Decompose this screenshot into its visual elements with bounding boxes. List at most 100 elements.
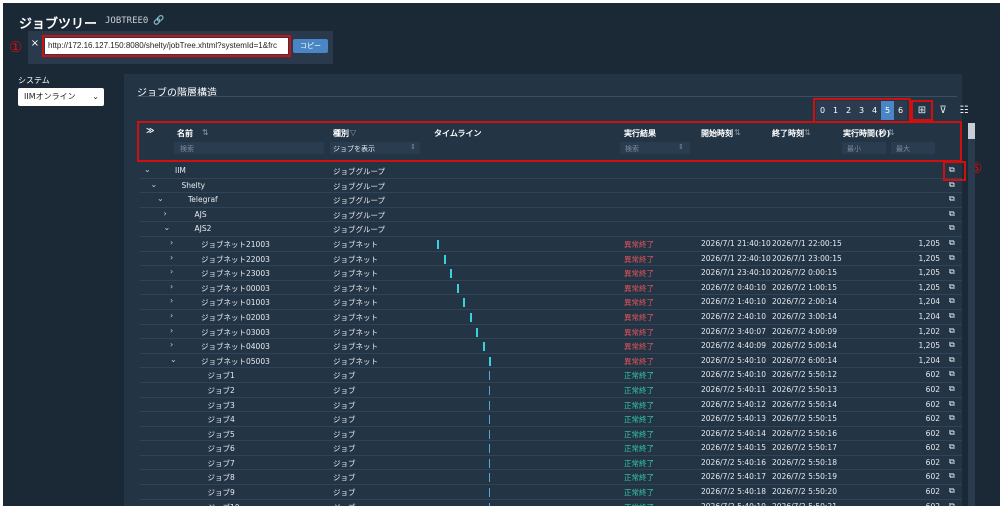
timeline-bar	[456, 283, 459, 293]
copy-icon[interactable]: ⧉	[949, 194, 955, 204]
sort-icon[interactable]: ⇅	[804, 128, 811, 137]
row-end: 2026/7/2 5:50:12	[772, 370, 837, 380]
copy-icon[interactable]: ⧉	[949, 223, 955, 233]
copy-icon[interactable]: ⧉	[949, 457, 955, 467]
tree-toggle-icon[interactable]: ⌄	[157, 194, 164, 203]
expand-all-icon[interactable]: ≫	[146, 126, 154, 135]
column-header-result[interactable]: 実行結果	[624, 128, 656, 139]
sort-icon[interactable]: ⇅	[202, 128, 209, 137]
level-button-5[interactable]: 5	[881, 101, 894, 120]
table-row[interactable]: › ジョブネット02003 ジョブネット 異常終了 2026/7/2 2:40:10 20…	[140, 310, 962, 325]
tree-toggle-icon[interactable]: ›	[170, 311, 173, 320]
table-row[interactable]: ⌄ IIM ジョブグループ ⧉	[140, 164, 962, 179]
table-row[interactable]: › ジョブネット21003 ジョブネット 異常終了 2026/7/1 21:40:10 2…	[140, 237, 962, 252]
table-columns-icon[interactable]: ⊞	[911, 100, 933, 121]
row-kind: ジョブ	[333, 371, 356, 381]
tree-toggle-icon[interactable]: ›	[164, 209, 167, 218]
table-row[interactable]: ⌄ Shelty ジョブグループ ⧉	[140, 179, 962, 194]
level-button-3[interactable]: 3	[855, 101, 868, 120]
row-duration: 602	[925, 443, 940, 453]
scrollbar-thumb[interactable]	[968, 123, 975, 139]
copy-icon[interactable]: ⧉	[949, 384, 955, 394]
table-row[interactable]: › ジョブネット22003 ジョブネット 異常終了 2026/7/1 22:40:10 2…	[140, 252, 962, 267]
name-filter-input[interactable]	[174, 142, 324, 154]
copy-icon[interactable]: ⧉	[949, 311, 955, 321]
level-button-4[interactable]: 4	[868, 101, 881, 120]
system-select[interactable]: IIMオンライン ⌄	[18, 88, 104, 106]
tree-toggle-icon[interactable]: ›	[170, 296, 173, 305]
level-button-1[interactable]: 1	[829, 101, 842, 120]
copy-button[interactable]: コピー	[293, 39, 328, 53]
table-row[interactable]: ⌄ Telegraf ジョブグループ ⧉	[140, 193, 962, 208]
row-name: AJS2	[194, 224, 212, 234]
table-row[interactable]: ジョブ10 ジョブ 正常終了 2026/7/2 5:40:19 2026/7/2 5:5…	[140, 500, 962, 506]
level-button-6[interactable]: 6	[894, 101, 907, 120]
table-row[interactable]: ⌄ AJS2 ジョブグループ ⧉	[140, 222, 962, 237]
link-icon[interactable]: 🔗	[153, 16, 164, 26]
table-row[interactable]: › AJS ジョブグループ ⧉	[140, 208, 962, 223]
tree-toggle-icon[interactable]: ⌄	[144, 165, 151, 174]
row-duration: 602	[925, 428, 940, 438]
table-row[interactable]: › ジョブネット03003 ジョブネット 異常終了 2026/7/2 3:40:07 20…	[140, 325, 962, 340]
scrollbar[interactable]	[968, 123, 975, 506]
table-row[interactable]: › ジョブネット04003 ジョブネット 異常終了 2026/7/2 4:40:09 20…	[140, 339, 962, 354]
copy-icon[interactable]: ⧉	[949, 296, 955, 306]
copy-icon[interactable]: ⧉	[949, 253, 955, 263]
table-row[interactable]: › ジョブネット23003 ジョブネット 異常終了 2026/7/1 23:40:10 2…	[140, 266, 962, 281]
copy-icon[interactable]: ⧉	[949, 486, 955, 496]
filter-icon[interactable]: ▽	[350, 128, 356, 137]
copy-icon[interactable]: ⧉	[949, 442, 955, 452]
table-row[interactable]: ジョブ6 ジョブ 正常終了 2026/7/2 5:40:15 2026/7/2 5:50…	[140, 441, 962, 456]
level-button-2[interactable]: 2	[842, 101, 855, 120]
copy-icon[interactable]: ⧉	[949, 399, 955, 409]
copy-icon[interactable]: ⧉	[949, 209, 955, 219]
close-icon[interactable]: ×	[28, 38, 42, 49]
copy-icon[interactable]: ⧉	[949, 369, 955, 379]
column-header-end[interactable]: 終了時刻	[772, 128, 804, 139]
tree-toggle-icon[interactable]: ›	[170, 282, 173, 291]
column-header-name[interactable]: 名前	[177, 128, 193, 139]
column-list-icon[interactable]: ☷	[956, 103, 972, 118]
table-row[interactable]: ジョブ4 ジョブ 正常終了 2026/7/2 5:40:13 2026/7/2 5:50…	[140, 412, 962, 427]
column-header-kind[interactable]: 種別	[333, 128, 349, 139]
table-row[interactable]: ジョブ7 ジョブ 正常終了 2026/7/2 5:40:16 2026/7/2 5:50…	[140, 456, 962, 471]
copy-icon[interactable]: ⧉	[949, 282, 955, 292]
table-row[interactable]: › ジョブネット01003 ジョブネット 異常終了 2026/7/2 1:40:10 20…	[140, 295, 962, 310]
copy-icon[interactable]: ⧉	[949, 238, 955, 248]
tree-toggle-icon[interactable]: ⌄	[151, 180, 158, 189]
table-row[interactable]: ジョブ2 ジョブ 正常終了 2026/7/2 5:40:11 2026/7/2 5:50…	[140, 383, 962, 398]
row-end: 2026/7/2 5:50:15	[772, 414, 837, 424]
tree-toggle-icon[interactable]: ›	[170, 340, 173, 349]
tree-toggle-icon[interactable]: ›	[170, 326, 173, 335]
level-button-0[interactable]: 0	[816, 101, 829, 120]
tree-toggle-icon[interactable]: ›	[170, 267, 173, 276]
filter-clear-icon[interactable]: ⊽	[935, 103, 951, 118]
row-name: AJS	[194, 209, 207, 219]
copy-icon[interactable]: ⧉	[949, 267, 955, 277]
sort-icon[interactable]: ⇅	[888, 128, 895, 137]
table-row[interactable]: ジョブ8 ジョブ 正常終了 2026/7/2 5:40:17 2026/7/2 5:50…	[140, 470, 962, 486]
row-kind: ジョブ	[333, 415, 356, 425]
copy-icon[interactable]: ⧉	[949, 428, 955, 438]
tree-toggle-icon[interactable]: ›	[170, 238, 173, 247]
copy-icon[interactable]: ⧉	[949, 471, 955, 481]
table-row[interactable]: › ジョブネット00003 ジョブネット 異常終了 2026/7/2 0:40:10 20…	[140, 281, 962, 296]
copy-icon[interactable]: ⧉	[949, 340, 955, 350]
copy-icon[interactable]: ⧉	[949, 413, 955, 423]
sort-icon[interactable]: ⇅	[734, 128, 741, 137]
copy-icon[interactable]: ⧉	[949, 180, 955, 190]
copy-icon[interactable]: ⧉	[949, 326, 955, 336]
column-header-start[interactable]: 開始時刻	[701, 128, 733, 139]
column-header-duration[interactable]: 実行時間(秒)	[843, 128, 890, 139]
table-row[interactable]: ジョブ5 ジョブ 正常終了 2026/7/2 5:40:14 2026/7/2 5:50…	[140, 427, 962, 442]
table-row[interactable]: ジョブ1 ジョブ 正常終了 2026/7/2 5:40:10 2026/7/2 5:50…	[140, 368, 962, 383]
table-row[interactable]: ジョブ3 ジョブ 正常終了 2026/7/2 5:40:12 2026/7/2 5:50…	[140, 398, 962, 413]
table-row[interactable]: ⌄ ジョブネット05003 ジョブネット 異常終了 2026/7/2 5:40:10 20…	[140, 354, 962, 369]
tree-toggle-icon[interactable]: ⌄	[170, 355, 177, 364]
tree-toggle-icon[interactable]: ›	[170, 253, 173, 262]
copy-icon[interactable]: ⧉	[949, 501, 955, 506]
table-row[interactable]: ジョブ9 ジョブ 正常終了 2026/7/2 5:40:18 2026/7/2 5:50…	[140, 485, 962, 500]
tree-toggle-icon[interactable]: ⌄	[164, 223, 171, 232]
copy-icon[interactable]: ⧉	[949, 355, 955, 365]
url-input[interactable]: http://172.16.127.150:8080/shelty/jobTre…	[42, 35, 291, 57]
